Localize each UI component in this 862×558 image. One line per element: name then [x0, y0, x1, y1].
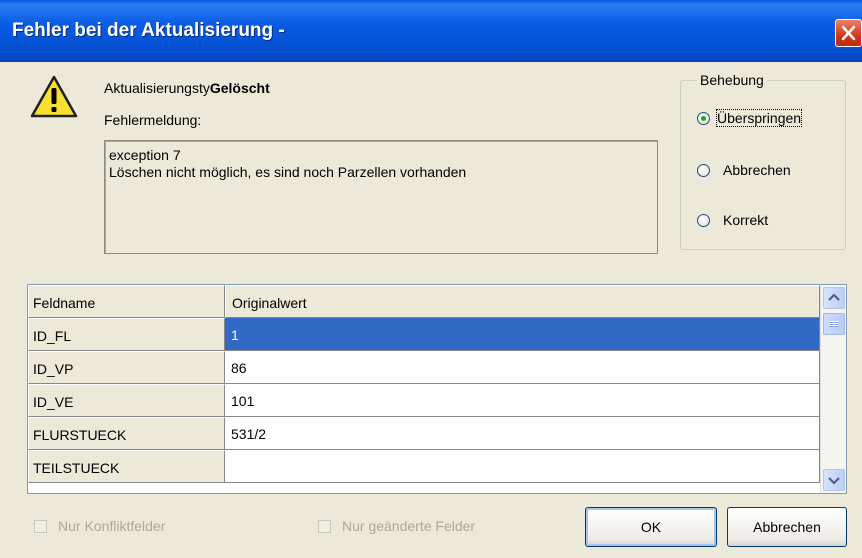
- field-name-cell[interactable]: ID_VE: [28, 384, 225, 417]
- only-changed-label: Nur geänderte Felder: [342, 518, 476, 534]
- scroll-thumb[interactable]: [823, 313, 845, 335]
- original-value-cell[interactable]: [225, 450, 820, 483]
- field-name-cell[interactable]: ID_FL: [28, 318, 225, 351]
- radio-correct-label[interactable]: Korrekt: [723, 212, 768, 228]
- chevron-down-icon: [828, 477, 840, 485]
- window-title: Fehler bei der Aktualisierung -: [12, 20, 285, 41]
- field-name-cell[interactable]: ID_VP: [28, 351, 225, 384]
- ok-button[interactable]: OK: [585, 507, 717, 547]
- title-bar[interactable]: Fehler bei der Aktualisierung -: [0, 0, 862, 62]
- column-header-fieldname[interactable]: Feldname: [28, 285, 225, 318]
- grid-header: Feldname Originalwert: [28, 285, 820, 318]
- original-value-cell[interactable]: 86: [225, 351, 820, 384]
- update-type: AktualisierungstyGelöscht: [104, 80, 270, 96]
- scroll-up-button[interactable]: [823, 287, 845, 309]
- field-grid[interactable]: Feldname Originalwert ID_FL 1 ID_VP 86 I…: [27, 284, 847, 494]
- error-message-line: exception 7: [109, 147, 181, 163]
- table-row[interactable]: ID_FL 1: [28, 318, 820, 351]
- radio-skip-label[interactable]: Überspringen: [715, 109, 803, 127]
- table-row[interactable]: ID_VE 101: [28, 384, 820, 417]
- original-value-cell[interactable]: 101: [225, 384, 820, 417]
- column-header-originalvalue[interactable]: Originalwert: [225, 285, 820, 318]
- original-value-cell[interactable]: 531/2: [225, 417, 820, 450]
- update-type-value: Gelöscht: [209, 80, 270, 96]
- field-name-cell[interactable]: FLURSTUECK: [28, 417, 225, 450]
- radio-abort[interactable]: [697, 164, 710, 177]
- table-row[interactable]: ID_VP 86: [28, 351, 820, 384]
- vertical-scrollbar[interactable]: [820, 285, 846, 493]
- table-row[interactable]: FLURSTUECK 531/2: [28, 417, 820, 450]
- only-conflicts-checkbox[interactable]: [34, 520, 47, 533]
- update-type-label: Aktualisierungsty: [104, 80, 210, 96]
- radio-abort-label[interactable]: Abbrechen: [723, 162, 791, 178]
- resolution-legend: Behebung: [697, 72, 767, 88]
- close-button[interactable]: [835, 19, 862, 47]
- close-icon: [841, 25, 856, 41]
- cancel-button[interactable]: Abbrechen: [727, 507, 847, 547]
- scroll-down-button[interactable]: [823, 469, 845, 491]
- radio-correct[interactable]: [697, 214, 710, 227]
- field-name-cell[interactable]: TEILSTUECK: [28, 450, 225, 483]
- error-message-box[interactable]: exception 7 Löschen nicht möglich, es si…: [104, 140, 658, 254]
- chevron-up-icon: [828, 293, 840, 301]
- radio-skip[interactable]: [697, 112, 710, 125]
- error-message-label: Fehlermeldung:: [104, 112, 202, 128]
- error-message-line: Löschen nicht möglich, es sind noch Parz…: [109, 164, 467, 180]
- warning-icon: [30, 75, 78, 118]
- table-row[interactable]: TEILSTUECK: [28, 450, 820, 483]
- only-changed-checkbox[interactable]: [318, 520, 331, 533]
- only-conflicts-label: Nur Konfliktfelder: [58, 518, 166, 534]
- original-value-cell[interactable]: 1: [225, 318, 820, 351]
